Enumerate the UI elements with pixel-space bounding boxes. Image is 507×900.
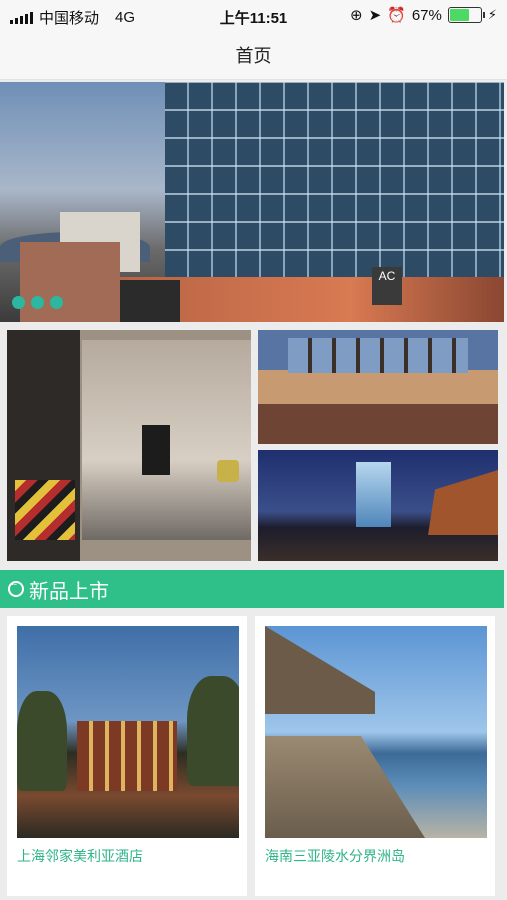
status-right: ⊕ ➤ ⏰ 67% ⚡ xyxy=(349,6,497,25)
section-title: 新品上市 xyxy=(29,580,109,603)
room-chair xyxy=(217,460,239,482)
product-image[interactable] xyxy=(17,626,239,838)
pic-roof xyxy=(265,626,375,714)
page-title: 首页 xyxy=(235,46,272,66)
product-image[interactable] xyxy=(265,626,487,838)
nav-bar: 首页 xyxy=(0,32,507,80)
pic-tree-left xyxy=(17,691,67,791)
pic-deck xyxy=(265,736,425,838)
battery-percent: 67% xyxy=(411,6,442,24)
pic-hotel-facade xyxy=(77,721,177,791)
hero-building-left xyxy=(20,242,120,322)
hero-carousel[interactable]: AC xyxy=(0,82,504,322)
grid-image-lobby[interactable] xyxy=(258,330,498,444)
hero-tower-windows xyxy=(165,82,504,277)
night-tower xyxy=(356,462,391,527)
rotation-lock-icon: ⊕ xyxy=(349,7,363,24)
room-tv xyxy=(142,425,170,475)
location-arrow-icon: ➤ xyxy=(368,7,382,24)
carousel-dot[interactable] xyxy=(12,296,25,309)
charging-bolt-icon: ⚡ xyxy=(487,7,497,22)
battery-level-fill xyxy=(449,9,470,21)
grid-image-night-city[interactable] xyxy=(258,450,498,561)
product-card[interactable]: 上海邻家美利亚酒店 xyxy=(7,616,247,896)
night-pavilion xyxy=(428,470,498,535)
chat-bubble-icon xyxy=(8,577,24,597)
carousel-indicators[interactable] xyxy=(12,296,63,309)
battery-icon xyxy=(447,7,485,23)
section-header-new-arrivals: 新品上市 xyxy=(0,570,504,608)
hero-hotel-logo: AC xyxy=(372,267,402,305)
status-bar: 中国移动 4G 上午11:51 ⊕ ➤ ⏰ 67% ⚡ xyxy=(0,0,507,32)
product-card[interactable]: 海南三亚陵水分界洲岛 xyxy=(255,616,495,896)
image-grid xyxy=(0,322,504,565)
alarm-icon: ⏰ xyxy=(387,7,406,24)
product-caption[interactable]: 海南三亚陵水分界洲岛 xyxy=(265,846,405,866)
lobby-windows xyxy=(288,338,468,373)
carousel-dot[interactable] xyxy=(50,296,63,309)
carousel-dot[interactable] xyxy=(31,296,44,309)
hero-podium-entrance xyxy=(120,280,180,322)
pic-tree-right xyxy=(187,676,239,786)
product-list: 上海邻家美利亚酒店 海南三亚陵水分界洲岛 xyxy=(0,608,507,900)
product-caption[interactable]: 上海邻家美利亚酒店 xyxy=(17,846,143,866)
grid-image-room[interactable] xyxy=(7,330,251,561)
room-art xyxy=(15,480,75,540)
